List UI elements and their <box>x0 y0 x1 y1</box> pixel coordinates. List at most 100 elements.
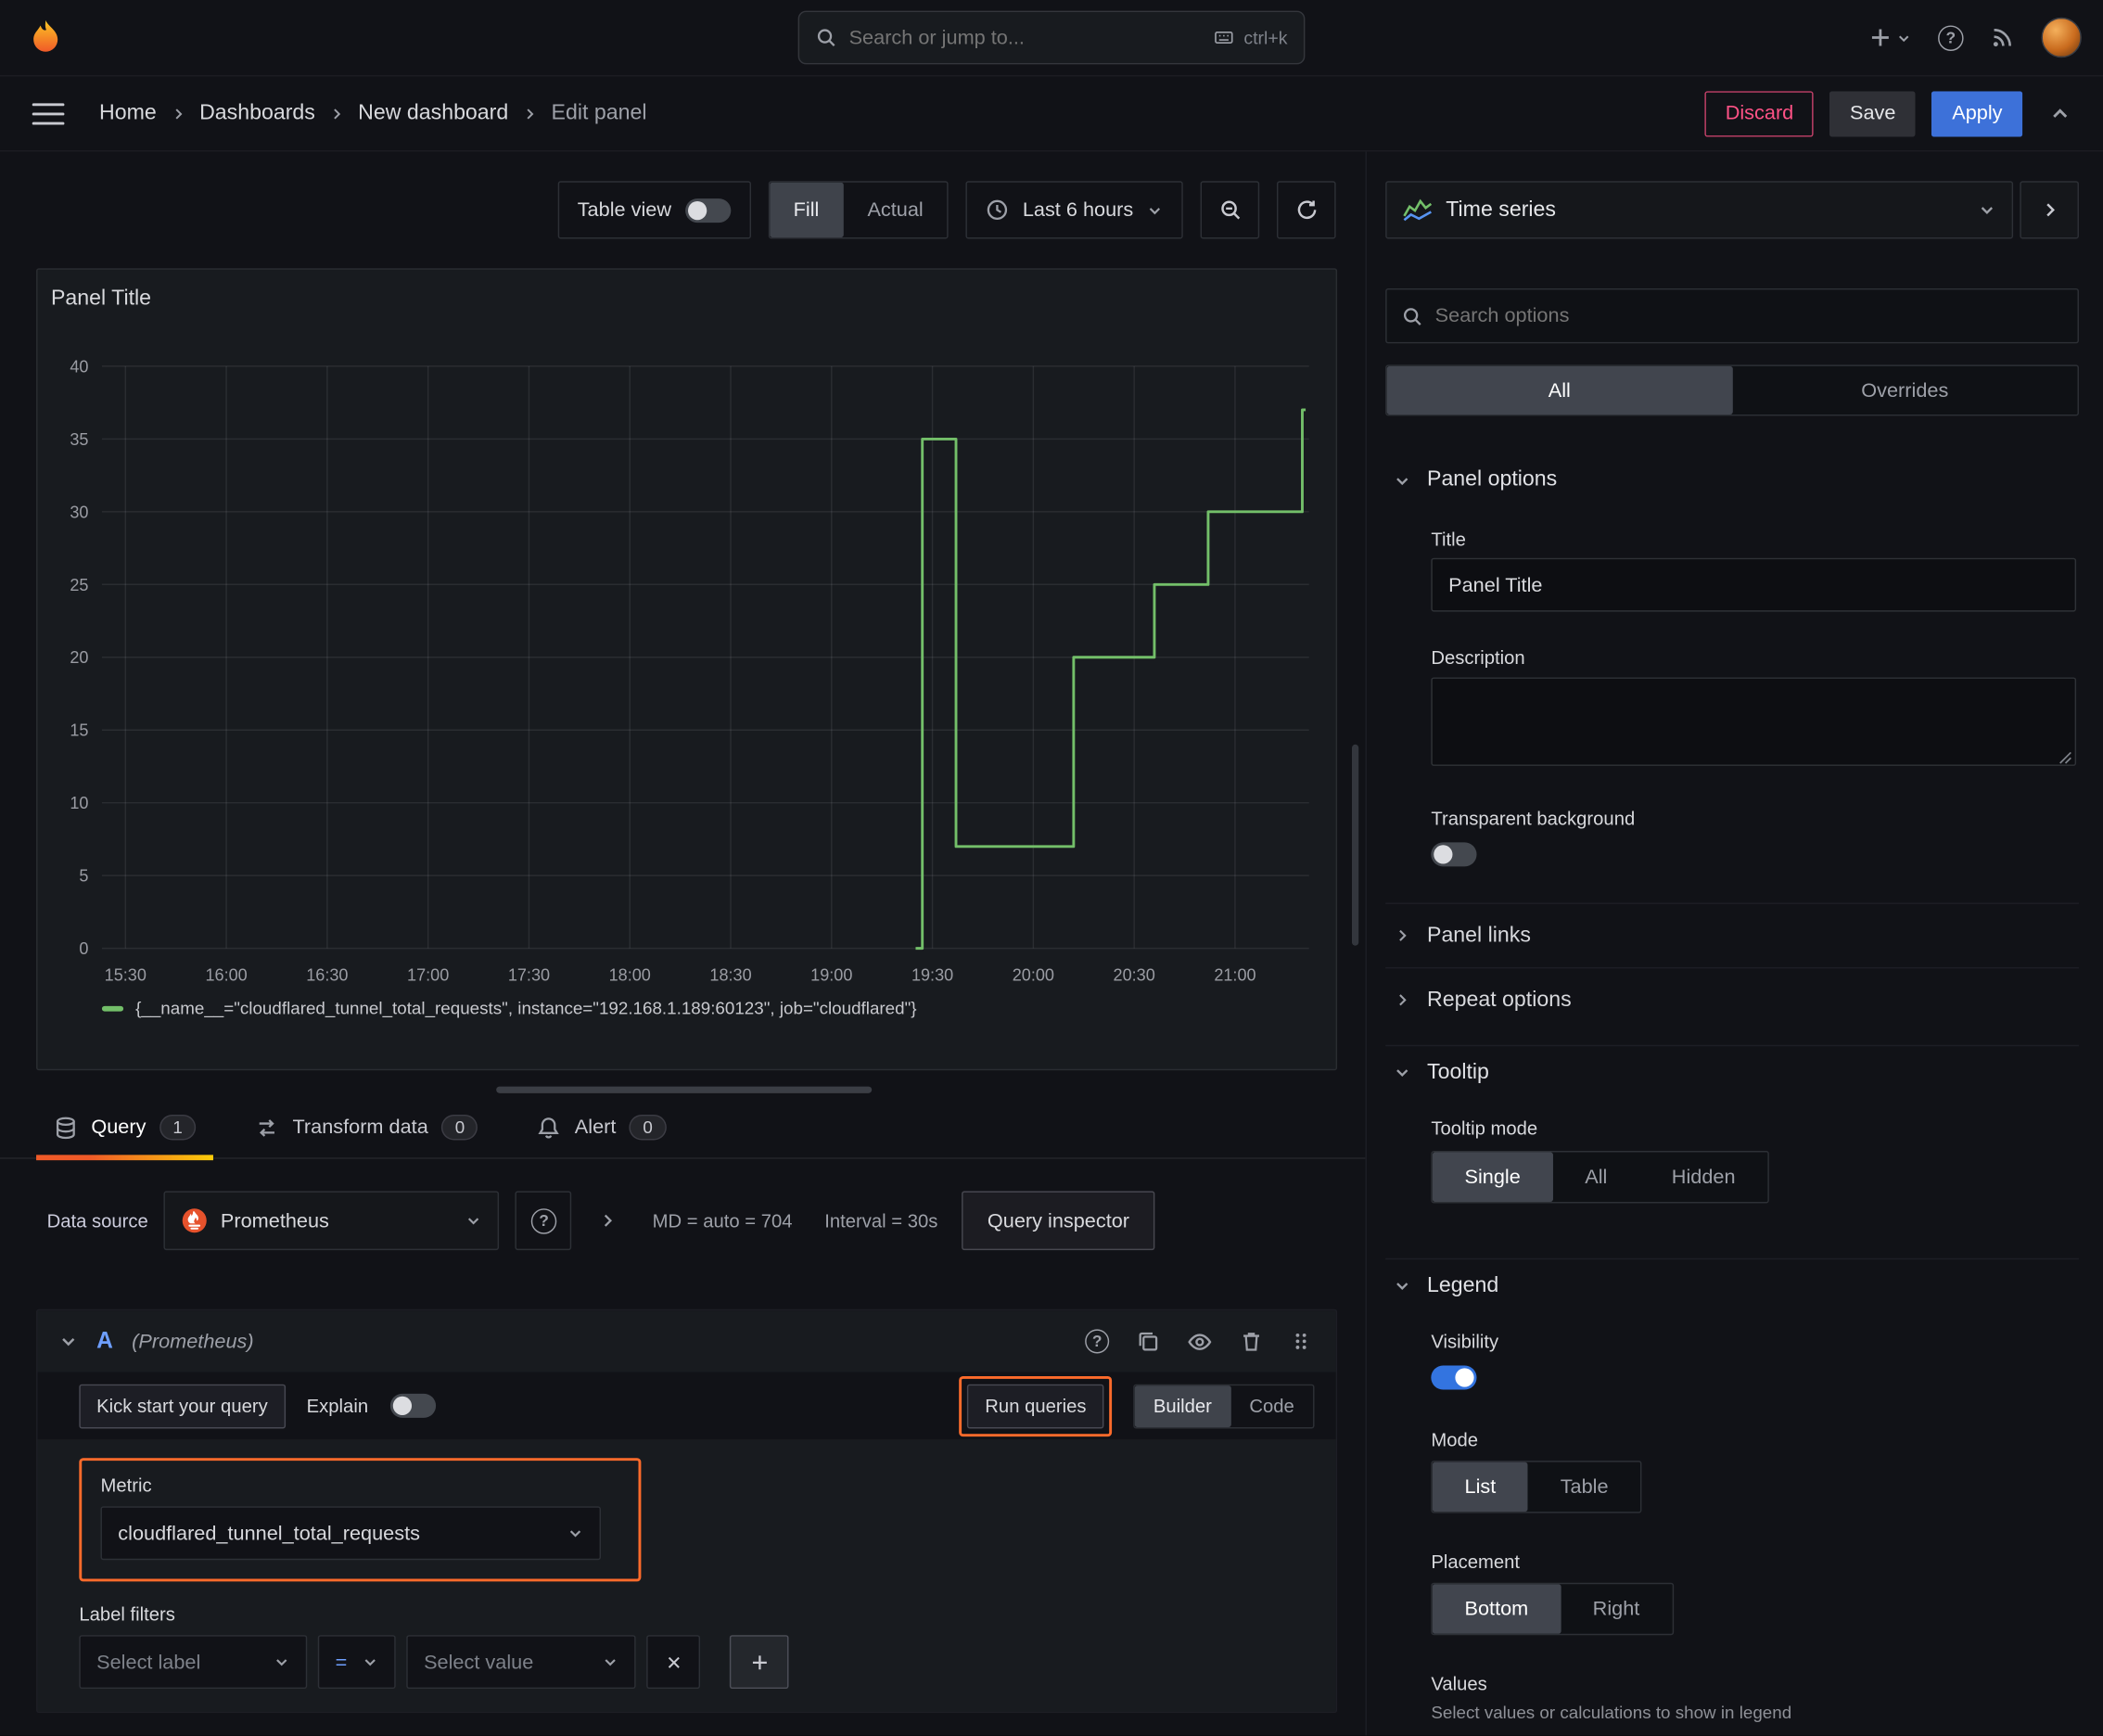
filter-overrides-tab[interactable]: Overrides <box>1732 366 2077 415</box>
refresh-button[interactable] <box>1277 181 1336 239</box>
tab-query[interactable]: Query 1 <box>36 1096 214 1160</box>
menu-icon[interactable] <box>32 97 65 130</box>
breadcrumb-dashboards[interactable]: Dashboards <box>199 101 315 125</box>
editor-mode-group: Builder Code <box>1133 1383 1315 1428</box>
code-mode-option[interactable]: Code <box>1230 1385 1313 1426</box>
search-input[interactable] <box>848 26 1202 49</box>
tooltip-mode-single[interactable]: Single <box>1432 1152 1553 1203</box>
tab-alert[interactable]: Alert 0 <box>537 1096 667 1158</box>
options-search[interactable] <box>1385 287 2079 344</box>
panel-actions: Discard Save Apply <box>1705 90 2082 136</box>
resize-handle-icon[interactable] <box>2058 751 2071 764</box>
breadcrumb-home[interactable]: Home <box>99 101 157 125</box>
visualization-picker[interactable]: Time series <box>1385 181 2014 239</box>
datasource-value: Prometheus <box>220 1208 329 1232</box>
panel-title[interactable]: Panel Title <box>51 287 151 312</box>
legend-visibility-toggle[interactable] <box>1431 1365 1477 1390</box>
explain-toggle[interactable] <box>389 1393 436 1418</box>
builder-mode-option[interactable]: Builder <box>1134 1385 1231 1427</box>
chevron-down-icon <box>1981 207 1994 214</box>
chevron-down-icon[interactable] <box>59 1332 78 1350</box>
apply-button[interactable]: Apply <box>1931 90 2023 136</box>
tooltip-mode-group: Single All Hidden <box>1431 1151 1769 1204</box>
select-label-dropdown[interactable]: Select label <box>79 1635 308 1690</box>
options-pane: Time series All Overrides Panel options … <box>1365 151 2103 1736</box>
legend-mode-list[interactable]: List <box>1432 1462 1528 1513</box>
time-series-chart[interactable]: 0 5 10 15 20 25 30 35 40 15:30 16:00 16:30 17:00 17:3… <box>38 326 1339 989</box>
help-button[interactable]: ? <box>1938 24 1964 51</box>
discard-button[interactable]: Discard <box>1705 90 1814 136</box>
time-range-picker[interactable]: Last 6 hours <box>966 181 1183 239</box>
save-button[interactable]: Save <box>1829 90 1917 136</box>
display-fill-option[interactable]: Fill <box>769 182 844 238</box>
repeat-options-section[interactable]: Repeat options <box>1385 966 2079 1031</box>
tooltip-mode-label: Tooltip mode <box>1431 1117 1538 1140</box>
panel-links-section[interactable]: Panel links <box>1385 902 2079 966</box>
tooltip-mode-all[interactable]: All <box>1553 1152 1640 1202</box>
legend-placement-bottom[interactable]: Bottom <box>1432 1584 1561 1634</box>
vertical-scrollbar-thumb[interactable] <box>1352 744 1359 946</box>
panel-title-input[interactable] <box>1431 557 2077 612</box>
filter-all-tab[interactable]: All <box>1386 365 1733 415</box>
svg-text:30: 30 <box>70 503 88 521</box>
query-row-header[interactable]: A (Prometheus) ? <box>37 1310 1336 1372</box>
legend-mode-table[interactable]: Table <box>1528 1462 1640 1513</box>
svg-text:17:00: 17:00 <box>407 965 449 984</box>
query-ref-id[interactable]: A <box>96 1328 113 1355</box>
tab-transform-data[interactable]: Transform data 0 <box>255 1096 478 1158</box>
prometheus-icon <box>183 1208 208 1233</box>
panel-options-header[interactable]: Panel options <box>1385 453 2079 507</box>
transparent-background-toggle[interactable] <box>1431 842 1477 867</box>
query-inspector-button[interactable]: Query inspector <box>962 1191 1155 1251</box>
run-queries-button[interactable]: Run queries <box>967 1383 1104 1428</box>
horizontal-scrollbar-thumb[interactable] <box>496 1086 873 1093</box>
run-queries-highlight: Run queries <box>959 1375 1112 1436</box>
select-value-dropdown[interactable]: Select value <box>406 1635 636 1690</box>
svg-text:15: 15 <box>70 721 88 740</box>
chevron-right-icon[interactable] <box>599 1211 618 1230</box>
max-data-points: MD = auto = 704 <box>652 1209 793 1232</box>
chevron-down-icon <box>1396 1069 1408 1078</box>
legend-header[interactable]: Legend <box>1385 1257 2079 1312</box>
drag-handle-icon[interactable] <box>1290 1329 1311 1353</box>
collapse-options-button[interactable] <box>2020 181 2079 239</box>
tooltip-header[interactable]: Tooltip <box>1385 1044 2079 1099</box>
copy-icon[interactable] <box>1136 1329 1160 1353</box>
visualization-name: Time series <box>1446 198 1556 221</box>
legend-placement-right[interactable]: Right <box>1561 1584 1672 1634</box>
breadcrumb: Home Dashboards New dashboard Edit panel <box>99 101 646 125</box>
news-button[interactable] <box>1991 25 2015 49</box>
trash-icon[interactable] <box>1240 1329 1264 1353</box>
new-menu-button[interactable] <box>1868 25 1911 49</box>
svg-text:20:00: 20:00 <box>1013 965 1054 984</box>
refresh-icon <box>1297 200 1316 220</box>
query-count-badge: 1 <box>159 1114 197 1141</box>
avatar[interactable] <box>2041 17 2082 58</box>
datasource-help-button[interactable]: ? <box>516 1191 572 1251</box>
options-search-input[interactable] <box>1434 304 2063 327</box>
table-view-toggle[interactable] <box>684 198 731 223</box>
metric-select[interactable]: cloudflared_tunnel_total_requests <box>100 1506 602 1561</box>
legend-item[interactable]: {__name__="cloudflared_tunnel_total_requ… <box>101 998 917 1018</box>
operator-value: = <box>335 1650 348 1674</box>
repeat-options-label: Repeat options <box>1427 988 1572 1011</box>
query-help-icon[interactable]: ? <box>1085 1329 1110 1354</box>
breadcrumb-new-dashboard[interactable]: New dashboard <box>358 101 508 125</box>
eye-icon[interactable] <box>1187 1329 1212 1354</box>
operator-dropdown[interactable]: = <box>317 1635 396 1690</box>
display-actual-option[interactable]: Actual <box>843 183 947 237</box>
panel-view-toolbar: Table view Fill Actual Last 6 hours <box>0 181 1336 239</box>
legend-placement-label: Placement <box>1431 1551 1521 1573</box>
chevron-right-icon <box>334 108 341 119</box>
add-filter-button[interactable] <box>729 1635 789 1690</box>
collapse-toolbar-button[interactable] <box>2039 92 2082 134</box>
tooltip-mode-hidden[interactable]: Hidden <box>1639 1152 1767 1202</box>
query-builder-body: Metric cloudflared_tunnel_total_requests… <box>37 1439 1336 1712</box>
global-search[interactable]: ctrl+k <box>797 10 1306 65</box>
zoom-out-button[interactable] <box>1200 181 1260 239</box>
grafana-logo[interactable] <box>21 13 70 61</box>
remove-filter-button[interactable] <box>646 1635 701 1690</box>
datasource-picker[interactable]: Prometheus <box>164 1191 500 1251</box>
description-textarea[interactable] <box>1431 677 2077 766</box>
kick-start-button[interactable]: Kick start your query <box>79 1383 286 1428</box>
